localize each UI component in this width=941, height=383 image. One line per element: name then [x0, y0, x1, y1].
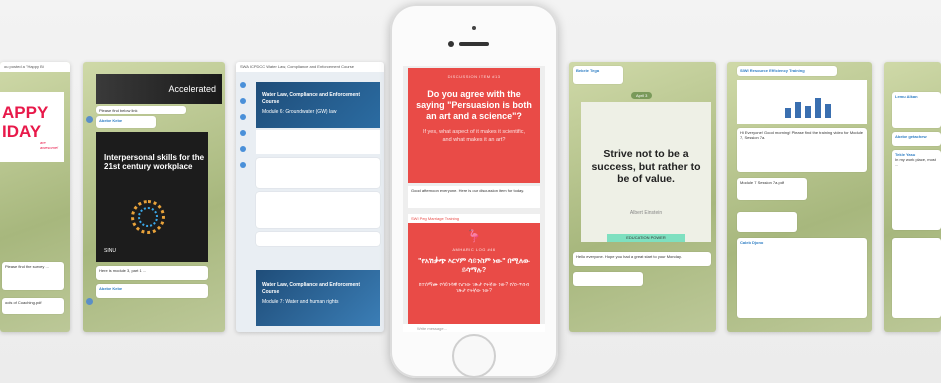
course-card[interactable]: Water Law, Compliance and Enforcement Co… — [256, 82, 380, 128]
sender-name: Abebe Kebe — [99, 286, 123, 291]
course-title: Water Law, Compliance and Enforcement Co… — [262, 282, 360, 295]
chat-message[interactable]: Caleb Djono — [737, 238, 867, 318]
course-title: Water Law, Compliance and Enforcement Co… — [262, 92, 360, 105]
chat-message[interactable]: Abebe getachew — [892, 132, 941, 146]
smartphone: DISCUSSION ITEM #13 Do you agree with th… — [390, 4, 558, 378]
amharic-subtext: ከተሰማሙ የሳይንሳዊ የሆነው ገጽታ የትኛው ነው? የስነ-ጥበብ ገ… — [418, 281, 530, 295]
sender-name: Bekele Tega — [576, 68, 600, 73]
document-preview[interactable] — [737, 80, 867, 124]
chat-panel-2: Accelerated Please find below link Abebe… — [83, 62, 225, 332]
discussion-card[interactable]: DISCUSSION ITEM #13 Do you agree with th… — [408, 68, 540, 183]
discussion-label: AMHARIC LOG #46 — [452, 247, 496, 252]
chat-panel-6: SIWI Resource Efficiency Training Hi Eve… — [727, 62, 872, 332]
message-text: Hi Everyone! Good morning! Please find t… — [740, 130, 863, 141]
chat-message[interactable]: Hi Everyone! Good morning! Please find t… — [737, 128, 867, 172]
chat-panel-5: Bekele Tega April 3 Strive not to be a s… — [569, 62, 716, 332]
amharic-question: "የአሽቃጭ እርሃም ሳይንስም ነው" በሚለው ይሳማሉ? — [418, 258, 530, 274]
message-text: In my work place, most ... — [895, 157, 936, 168]
chat-message[interactable] — [256, 158, 380, 188]
quote-author: Albert Einstein — [629, 210, 663, 216]
course-title: Interpersonal skills for the 21st centur… — [104, 153, 205, 171]
chat-message[interactable]: Please find the survey ... — [2, 262, 64, 290]
front-camera-icon — [472, 26, 476, 30]
message-text: Please find the survey ... — [5, 264, 49, 269]
course-subtitle: Module 6: Groundwater (GW) law — [262, 109, 337, 115]
panel-header: SWA ICPDCC Water Law, Compliance and Enf… — [236, 62, 384, 72]
course-subtitle: Module 7: Water and human rights — [262, 299, 339, 305]
date-separator: April 3 — [631, 92, 653, 99]
group-name: SIWI Resource Efficiency Training — [740, 68, 805, 73]
message-text: Please find below link — [99, 108, 138, 113]
chat-panel-7: Lemu Alkan Abebe getachew Tekle Yasu In m… — [884, 62, 941, 332]
panel-header: ou posted a "Happy Bi — [0, 62, 70, 72]
chat-panel-1: ou posted a "Happy Bi APPY IDAY are aweso… — [0, 62, 70, 332]
chat-message[interactable]: Please find below link — [96, 106, 186, 114]
file-name: Module 7 Session 7a.pdf — [740, 180, 785, 185]
chat-message[interactable]: Lemu Alkan — [892, 92, 941, 128]
avatar[interactable] — [86, 116, 93, 123]
accelerated-banner[interactable]: Accelerated — [96, 74, 222, 104]
chat-message[interactable]: Abebe Kebe — [96, 284, 208, 298]
chat-avatar-icon[interactable] — [240, 130, 246, 136]
quote-text: Strive not to be a success, but rather t… — [591, 148, 701, 186]
discussion-subtext: If yes, what aspect of it makes it scien… — [422, 129, 526, 143]
message-input[interactable]: Write message... — [403, 324, 545, 332]
amharic-discussion-card[interactable]: SWI Peg Marriage Training 🦩 AMHARIC LOG … — [408, 214, 540, 328]
chat-message[interactable]: Hello everyone. Hope you had a great sta… — [573, 252, 711, 266]
file-name: ools of Coaching.pdf — [5, 300, 42, 305]
certificate-card[interactable] — [256, 130, 380, 154]
message-text: Hello everyone. Hope you had a great sta… — [576, 254, 682, 259]
discussion-question: Do you agree with the saying "Persuasion… — [416, 89, 532, 121]
flamingo-icon: 🦩 — [466, 229, 482, 243]
banner-text: Accelerated — [168, 84, 216, 94]
chat-avatar-icon[interactable] — [240, 82, 246, 88]
chat-message[interactable]: Abebe Kebe — [96, 116, 156, 128]
chat-avatar-icon[interactable] — [240, 162, 246, 168]
chat-message[interactable]: Bekele Tega — [573, 66, 623, 84]
sender-name: Abebe getachew — [895, 134, 927, 139]
sender-name: Abebe Kebe — [99, 118, 123, 123]
brand-label: SINU — [104, 248, 116, 254]
chat-message[interactable]: Good afternoon everyone. Here is our dis… — [408, 186, 540, 208]
phone-screen: DISCUSSION ITEM #13 Do you agree with th… — [403, 66, 545, 332]
quote-card[interactable]: Strive not to be a success, but rather t… — [581, 102, 711, 242]
card-header: SWI Peg Marriage Training — [408, 214, 540, 223]
chat-avatar-icon[interactable] — [240, 146, 246, 152]
speaker-icon — [459, 42, 489, 46]
sender-name: Lemu Alkan — [895, 94, 918, 99]
discussion-label: DISCUSSION ITEM #13 — [447, 74, 501, 79]
chat-header-message[interactable]: SIWI Resource Efficiency Training — [737, 66, 837, 76]
chat-message[interactable] — [256, 192, 380, 228]
chat-list-sidebar — [240, 82, 250, 178]
birthday-subtext: are awesome! — [40, 140, 59, 150]
dots-ring-icon — [138, 207, 158, 227]
course-card[interactable]: Interpersonal skills for the 21st centur… — [96, 132, 208, 262]
chat-message[interactable] — [892, 238, 941, 318]
file-message[interactable]: Module 7 Session 7a.pdf — [737, 178, 807, 200]
chat-avatar-icon[interactable] — [240, 98, 246, 104]
message-text: Here is module 3, part 1 ... — [99, 268, 147, 273]
birthday-text: APPY IDAY — [2, 103, 49, 141]
chat-message[interactable] — [737, 212, 797, 232]
avatar[interactable] — [86, 298, 93, 305]
chat-avatar-icon[interactable] — [240, 114, 246, 120]
course-card[interactable]: Water Law, Compliance and Enforcement Co… — [256, 270, 380, 326]
chat-message[interactable] — [573, 272, 643, 286]
camera-icon — [448, 41, 454, 47]
chart-thumbnail-icon — [785, 98, 831, 118]
chat-message[interactable] — [256, 232, 380, 246]
chat-panel-3: SWA ICPDCC Water Law, Compliance and Enf… — [236, 62, 384, 332]
chat-message[interactable]: Here is module 3, part 1 ... — [96, 266, 208, 280]
file-message[interactable]: ools of Coaching.pdf — [2, 298, 64, 314]
home-button[interactable] — [452, 334, 496, 378]
sender-name: Caleb Djono — [740, 240, 764, 245]
chat-message[interactable]: Tekle Yasu In my work place, most ... — [892, 150, 941, 230]
brand-label: EDUCATION POWER — [607, 234, 685, 242]
birthday-card[interactable]: APPY IDAY are awesome! — [0, 92, 64, 162]
message-text: Good afternoon everyone. Here is our dis… — [411, 188, 525, 193]
